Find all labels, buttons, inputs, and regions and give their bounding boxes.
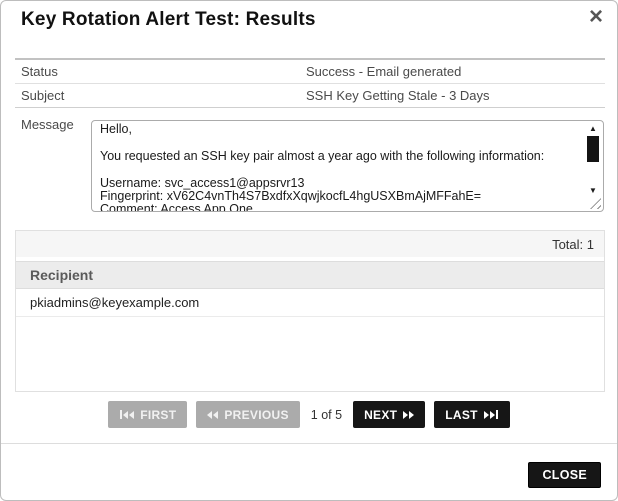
recipient-header-label: Recipient	[30, 267, 93, 283]
fast-forward-icon	[403, 411, 414, 419]
page-title: Key Rotation Alert Test: Results	[21, 9, 316, 31]
subject-label: Subject	[15, 88, 306, 103]
first-page-button[interactable]: FIRST	[108, 401, 187, 428]
table-row: Subject SSH Key Getting Stale - 3 Days	[15, 83, 605, 107]
details-table: Status Success - Email generated Subject…	[15, 58, 605, 108]
recipient-column-header: Recipient	[16, 261, 604, 289]
scroll-down-icon[interactable]: ▼	[586, 186, 600, 195]
message-text: Hello, You requested an SSH key pair alm…	[92, 121, 583, 211]
rewind-icon	[207, 411, 218, 419]
skip-last-icon	[484, 410, 499, 419]
skip-first-icon	[119, 410, 134, 419]
first-page-label: FIRST	[140, 408, 176, 422]
page-status: 1 of 5	[311, 408, 342, 422]
message-scrollbar[interactable]: ▲ ▼	[586, 124, 600, 195]
message-label: Message	[21, 117, 74, 132]
next-page-button[interactable]: NEXT	[353, 401, 425, 428]
last-page-button[interactable]: LAST	[434, 401, 510, 428]
last-page-label: LAST	[445, 408, 478, 422]
footer-divider	[1, 443, 617, 444]
recipient-email: pkiadmins@keyexample.com	[30, 295, 199, 310]
resize-grip-icon[interactable]	[590, 198, 601, 209]
scroll-up-icon[interactable]: ▲	[586, 124, 600, 133]
recipients-panel: Total: 1 Recipient pkiadmins@keyexample.…	[15, 230, 605, 392]
status-value: Success - Email generated	[306, 64, 605, 79]
key-rotation-results-modal: Key Rotation Alert Test: Results × Statu…	[0, 0, 618, 501]
next-page-label: NEXT	[364, 408, 397, 422]
previous-page-label: PREVIOUS	[224, 408, 288, 422]
pagination-bar: FIRST PREVIOUS 1 of 5 NEXT LAST	[1, 401, 617, 428]
table-row[interactable]: pkiadmins@keyexample.com	[16, 289, 604, 317]
previous-page-button[interactable]: PREVIOUS	[196, 401, 299, 428]
close-icon[interactable]: ×	[589, 3, 603, 31]
close-button[interactable]: CLOSE	[528, 462, 601, 488]
status-label: Status	[15, 64, 306, 79]
message-textarea[interactable]: Hello, You requested an SSH key pair alm…	[91, 120, 604, 212]
total-bar: Total: 1	[16, 231, 604, 257]
table-row: Status Success - Email generated	[15, 60, 605, 83]
total-count: Total: 1	[552, 237, 594, 252]
subject-value: SSH Key Getting Stale - 3 Days	[306, 88, 605, 103]
scrollbar-thumb[interactable]	[587, 136, 599, 162]
